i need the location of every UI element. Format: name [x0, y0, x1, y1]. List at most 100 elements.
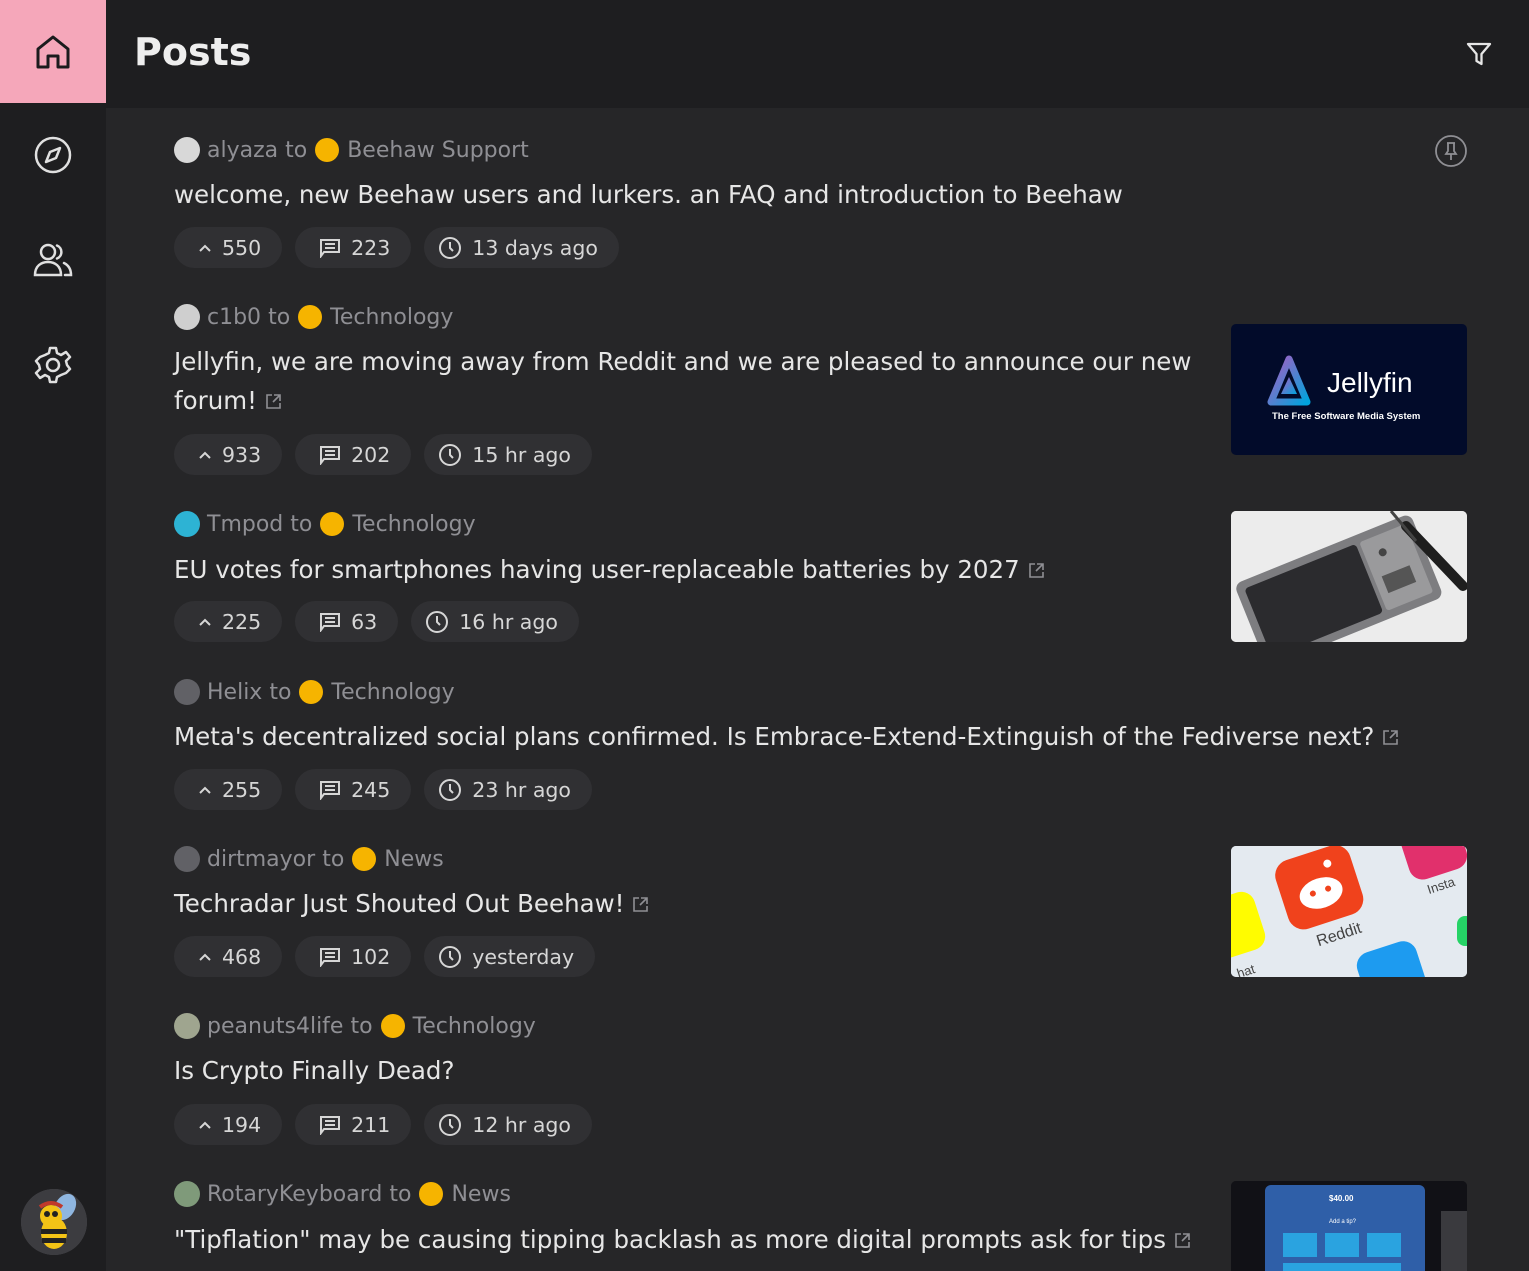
- external-link-icon: [1383, 730, 1399, 745]
- comment-count: 202: [351, 442, 391, 467]
- clock-icon: [439, 443, 462, 466]
- external-link-icon: [266, 394, 281, 409]
- post-card[interactable]: c1b0 to Technology Jellyfin, we are movi…: [174, 302, 1467, 475]
- comment-icon: [320, 780, 341, 800]
- clock-icon: [426, 610, 449, 633]
- community-icon: [299, 680, 324, 704]
- time-text: 23 hr ago: [472, 777, 571, 802]
- post-meta: alyaza to Beehaw Support: [174, 135, 529, 165]
- post-thumbnail[interactable]: Jellyfin The Free Software Media System: [1231, 324, 1467, 455]
- post-title[interactable]: Jellyfin, we are moving away from Reddit…: [174, 342, 1204, 420]
- user-avatar[interactable]: [174, 511, 200, 537]
- post-author[interactable]: alyaza: [207, 138, 278, 163]
- user-avatar[interactable]: [174, 137, 200, 163]
- comment-count: 245: [351, 777, 391, 802]
- post-meta: Tmpod to Technology: [174, 509, 476, 539]
- post-card[interactable]: RotaryKeyboard to News "Tipflation" may …: [174, 1179, 1467, 1271]
- post-community[interactable]: Technology: [330, 305, 453, 330]
- post-community[interactable]: Technology: [331, 680, 454, 705]
- post-author[interactable]: Helix: [207, 680, 262, 705]
- post-card[interactable]: alyaza to Beehaw Support welcome, new Be…: [174, 135, 1467, 275]
- user-avatar[interactable]: [174, 846, 200, 872]
- sidebar-item-settings[interactable]: [0, 313, 106, 416]
- post-author[interactable]: Tmpod: [207, 512, 283, 537]
- post-meta: dirtmayor to News: [174, 844, 444, 874]
- comments-button[interactable]: 202: [295, 434, 412, 475]
- post-community[interactable]: Beehaw Support: [347, 138, 529, 163]
- post-community[interactable]: News: [384, 847, 443, 872]
- upvote-button[interactable]: 468: [174, 936, 283, 977]
- post-time: yesterday: [424, 936, 596, 977]
- avatar[interactable]: [21, 1189, 87, 1255]
- home-icon: [36, 35, 70, 68]
- post-community[interactable]: Technology: [413, 1014, 536, 1039]
- post-feed: alyaza to Beehaw Support welcome, new Be…: [106, 108, 1529, 1271]
- community-icon: [320, 512, 345, 536]
- upvote-button[interactable]: 225: [174, 601, 283, 642]
- comments-button[interactable]: 245: [295, 769, 412, 810]
- comments-button[interactable]: 102: [295, 936, 412, 977]
- post-stats: 225 63 16 hr ago: [174, 601, 579, 642]
- user-avatar[interactable]: [174, 679, 200, 705]
- post-title[interactable]: Is Crypto Finally Dead?: [174, 1051, 454, 1090]
- sidebar-item-communities[interactable]: [0, 208, 106, 311]
- post-card[interactable]: peanuts4life to Technology Is Crypto Fin…: [174, 1011, 1467, 1146]
- post-card[interactable]: Helix to Technology Meta's decentralized…: [174, 677, 1467, 812]
- comments-button[interactable]: 223: [295, 227, 412, 268]
- sidebar-item-explore[interactable]: [0, 103, 106, 206]
- comment-icon: [320, 947, 341, 967]
- upvote-button[interactable]: 255: [174, 769, 283, 810]
- post-stats: 194 211 12 hr ago: [174, 1104, 592, 1145]
- upvote-button[interactable]: 550: [174, 227, 283, 268]
- post-title[interactable]: EU votes for smartphones having user-rep…: [174, 550, 1045, 589]
- upvote-icon: [199, 618, 211, 626]
- to-label: to: [268, 304, 291, 330]
- post-author[interactable]: RotaryKeyboard: [207, 1182, 382, 1207]
- upvote-button[interactable]: 194: [174, 1104, 283, 1145]
- post-card[interactable]: dirtmayor to News Techradar Just Shouted…: [174, 844, 1467, 979]
- user-avatar[interactable]: [174, 304, 200, 330]
- filter-button[interactable]: [1465, 40, 1493, 68]
- tip-amount: $40.00: [1329, 1194, 1354, 1203]
- post-author[interactable]: peanuts4life: [207, 1014, 343, 1039]
- upvote-icon: [199, 953, 211, 961]
- post-thumbnail[interactable]: $40.00 Add a tip?: [1231, 1181, 1467, 1271]
- comments-button[interactable]: 211: [295, 1104, 412, 1145]
- time-text: 12 hr ago: [472, 1112, 571, 1137]
- time-text: 16 hr ago: [459, 609, 558, 634]
- comment-count: 223: [351, 235, 391, 260]
- post-time: 16 hr ago: [411, 601, 579, 642]
- post-title[interactable]: Meta's decentralized social plans confir…: [174, 717, 1399, 756]
- post-title[interactable]: welcome, new Beehaw users and lurkers. a…: [174, 175, 1123, 214]
- post-title[interactable]: Techradar Just Shouted Out Beehaw!: [174, 884, 649, 923]
- comment-icon: [320, 238, 341, 258]
- to-label: to: [322, 846, 345, 872]
- post-thumbnail[interactable]: [1231, 511, 1467, 642]
- user-avatar[interactable]: [174, 1181, 200, 1207]
- community-icon: [419, 1182, 444, 1206]
- comments-button[interactable]: 63: [295, 601, 399, 642]
- upvote-count: 933: [222, 442, 262, 467]
- post-stats: 255 245 23 hr ago: [174, 769, 592, 810]
- community-icon: [352, 847, 377, 871]
- post-title-text: Jellyfin, we are moving away from Reddit…: [174, 347, 1192, 415]
- user-avatar[interactable]: [174, 1013, 200, 1039]
- post-community[interactable]: Technology: [352, 512, 475, 537]
- post-title-text: "Tipflation" may be causing tipping back…: [174, 1225, 1166, 1254]
- tip-prompt: Add a tip?: [1329, 1219, 1357, 1225]
- header: Posts: [106, 0, 1529, 108]
- sidebar-item-home[interactable]: [0, 0, 106, 103]
- post-community[interactable]: News: [451, 1182, 510, 1207]
- upvote-button[interactable]: 933: [174, 434, 283, 475]
- post-thumbnail[interactable]: Reddit Insta hat: [1231, 846, 1467, 977]
- post-card[interactable]: Tmpod to Technology EU votes for smartph…: [174, 509, 1467, 644]
- phone-battery-image-icon: [1231, 511, 1467, 642]
- comment-count: 102: [351, 944, 391, 969]
- post-title[interactable]: "Tipflation" may be causing tipping back…: [174, 1220, 1191, 1259]
- post-author[interactable]: dirtmayor: [207, 847, 315, 872]
- comment-count: 63: [351, 609, 378, 634]
- upvote-count: 255: [222, 777, 262, 802]
- pin-icon: [1435, 135, 1467, 167]
- upvote-icon: [199, 244, 211, 252]
- post-author[interactable]: c1b0: [207, 305, 261, 330]
